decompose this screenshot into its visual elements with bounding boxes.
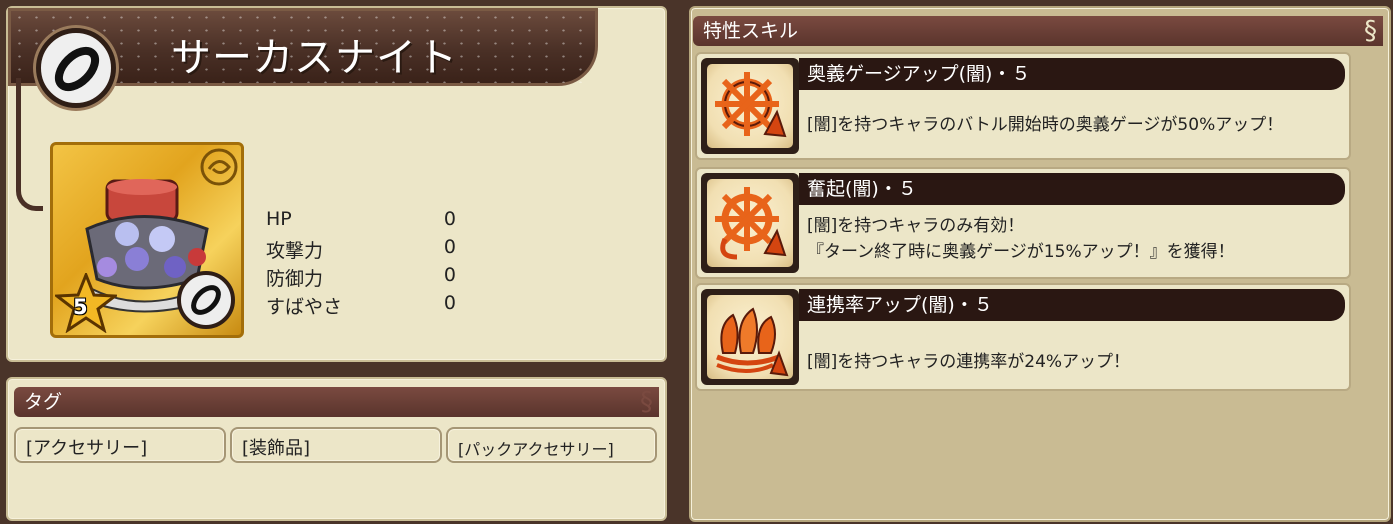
stat-value: 0 bbox=[443, 208, 456, 230]
curl-ornament-icon: § bbox=[1364, 16, 1377, 46]
dark-ring-icon bbox=[177, 271, 235, 329]
skills-title: 特性スキル bbox=[703, 20, 799, 42]
skill-name: 奮起(闇)・５ bbox=[799, 173, 1345, 205]
tags-panel: タグ § [アクセサリー] [装飾品] [パックアクセサリー] bbox=[6, 377, 667, 521]
stat-row: 攻撃力 0 bbox=[266, 234, 466, 262]
stat-label: すばやさ bbox=[266, 296, 343, 318]
stat-label: 防御力 bbox=[266, 268, 324, 290]
stat-value: 0 bbox=[443, 292, 456, 314]
skill-desc-line: [闇]を持つキャラの連携率が24%アップ！ bbox=[807, 352, 1131, 372]
rarity-number: 5 bbox=[73, 295, 88, 319]
dark-ring-icon bbox=[36, 28, 116, 108]
skill-description: [闇]を持つキャラの連携率が24%アップ！ bbox=[807, 349, 1130, 375]
tag-label: [装飾品] bbox=[242, 438, 311, 459]
skill-card[interactable]: 奥義ゲージアップ(闇)・５ [闇]を持つキャラのバトル開始時の奥義ゲージが50%… bbox=[695, 52, 1351, 160]
tags-header: タグ § bbox=[14, 387, 659, 417]
stat-row: HP 0 bbox=[266, 206, 466, 234]
tag-chip[interactable]: [装飾品] bbox=[230, 427, 442, 463]
item-name: サーカスナイト bbox=[171, 35, 458, 81]
skill-card[interactable]: 奮起(闇)・５ [闇]を持つキャラのみ有効！ 『ターン終了時に奥義ゲージが15%… bbox=[695, 167, 1351, 279]
skill-description: [闇]を持つキャラのみ有効！ 『ターン終了時に奥義ゲージが15%アップ！』を獲得… bbox=[807, 213, 1235, 265]
skill-desc-line: 『ターン終了時に奥義ゲージが15%アップ！』を獲得！ bbox=[807, 242, 1235, 262]
tag-chip[interactable]: [アクセサリー] bbox=[14, 427, 226, 463]
skill-name: 奥義ゲージアップ(闇)・５ bbox=[799, 58, 1345, 90]
tag-label: [アクセサリー] bbox=[26, 438, 148, 459]
skills-header: 特性スキル § bbox=[693, 16, 1383, 46]
skill-description: [闇]を持つキャラのバトル開始時の奥義ゲージが50%アップ！ bbox=[807, 112, 1283, 138]
stat-row: 防御力 0 bbox=[266, 262, 466, 290]
stat-label: HP bbox=[266, 208, 292, 230]
skill-card[interactable]: 連携率アップ(闇)・５ [闇]を持つキャラの連携率が24%アップ！ bbox=[695, 283, 1351, 391]
skills-panel: 特性スキル § 奥義ゲージアップ(闇)・５ [闇]を持つキャラのバトル開始時の奥… bbox=[689, 6, 1391, 522]
skill-icon-frame bbox=[701, 58, 799, 154]
skill-icon-frame bbox=[701, 173, 799, 273]
tag-label: [パックアクセサリー] bbox=[458, 440, 614, 459]
stat-value: 0 bbox=[443, 264, 456, 286]
ornamental-frame bbox=[16, 78, 43, 211]
tags-title: タグ bbox=[24, 391, 63, 413]
sun-arrow-icon bbox=[715, 72, 787, 138]
item-card[interactable]: 5 bbox=[50, 142, 244, 338]
curl-ornament-icon: § bbox=[640, 387, 653, 417]
sun-arrow-curl-icon bbox=[715, 187, 787, 260]
stat-label: 攻撃力 bbox=[266, 240, 324, 262]
stat-row: すばやさ 0 bbox=[266, 290, 466, 318]
skill-icon-frame bbox=[701, 289, 799, 385]
triple-flame-icon bbox=[716, 307, 789, 377]
tag-chip[interactable]: [パックアクセサリー] bbox=[446, 427, 657, 463]
stats-table: HP 0 攻撃力 0 防御力 0 すばやさ 0 bbox=[266, 206, 466, 318]
stat-value: 0 bbox=[443, 236, 456, 258]
item-panel: サーカスナイト 5 HP 0 攻撃力 0 防御力 0 すばやさ 0 bbox=[6, 6, 667, 362]
skill-desc-line: [闇]を持つキャラのバトル開始時の奥義ゲージが50%アップ！ bbox=[807, 115, 1284, 135]
skill-name: 連携率アップ(闇)・５ bbox=[799, 289, 1345, 321]
skill-desc-line: [闇]を持つキャラのみ有効！ bbox=[807, 216, 1025, 236]
